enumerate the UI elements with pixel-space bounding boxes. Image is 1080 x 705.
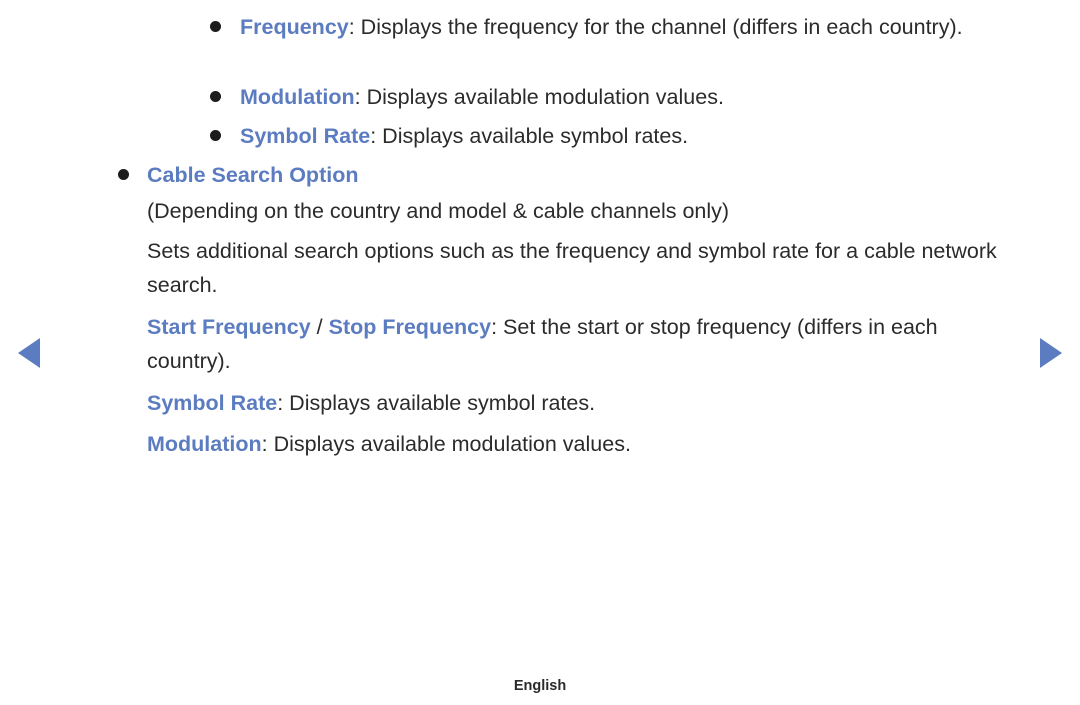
- next-page-arrow[interactable]: [1040, 338, 1062, 368]
- cable-search-option-description: Sets additional search options such as t…: [147, 239, 997, 297]
- list-item-modulation: Modulation: Displays available modulatio…: [210, 80, 985, 114]
- term-stop-frequency: Stop Frequency: [328, 315, 492, 339]
- manual-page: Frequency: Displays the frequency for th…: [0, 0, 1080, 705]
- term-modulation-bottom-description: : Displays available modulation values.: [261, 432, 631, 456]
- modulation-entry: Modulation: Displays available modulatio…: [147, 427, 1027, 461]
- term-symbol-rate-bottom-description: : Displays available symbol rates.: [277, 391, 596, 415]
- list-item-frequency: Frequency: Displays the frequency for th…: [210, 10, 985, 44]
- start-stop-frequency-entry: Start Frequency / Stop Frequency: Set th…: [147, 310, 1027, 378]
- heading-cable-search-option: Cable Search Option: [147, 163, 359, 187]
- term-symbol-rate-description: : Displays available symbol rates.: [370, 124, 689, 148]
- list-item-cable-search-option: Cable Search Option: [118, 158, 1027, 192]
- term-modulation-bottom: Modulation: [147, 432, 262, 456]
- term-symbol-rate-bottom: Symbol Rate: [147, 391, 278, 415]
- previous-page-arrow[interactable]: [18, 338, 40, 368]
- term-modulation: Modulation: [240, 85, 355, 109]
- language-footer: English: [513, 678, 567, 694]
- symbol-rate-entry: Symbol Rate: Displays available symbol r…: [147, 386, 1027, 420]
- term-separator: /: [310, 315, 329, 339]
- term-frequency: Frequency: [240, 15, 349, 39]
- term-symbol-rate: Symbol Rate: [240, 124, 371, 148]
- list-item-symbol-rate: Symbol Rate: Displays available symbol r…: [210, 119, 985, 153]
- term-frequency-description: : Displays the frequency for the channel…: [348, 15, 963, 39]
- term-start-frequency: Start Frequency: [147, 315, 311, 339]
- term-modulation-description: : Displays available modulation values.: [354, 85, 724, 109]
- cable-search-option-note: (Depending on the country and model & ca…: [147, 199, 730, 223]
